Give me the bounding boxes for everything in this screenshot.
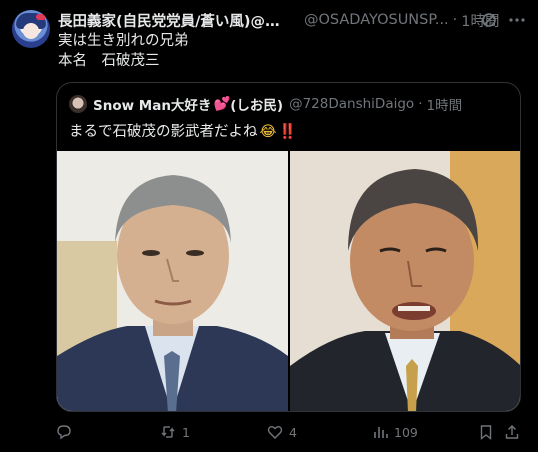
reply-button[interactable] xyxy=(56,422,78,442)
portrait-right-image xyxy=(290,151,520,411)
exclaim-emoji: ‼️ xyxy=(278,124,297,140)
views-chart-icon xyxy=(374,427,388,438)
quote-author-name[interactable]: Snow Man大好き xyxy=(93,94,211,114)
tweet-header: 長田義家(自民党党員/蒼い風)@寛容... @OSADAYOSUNSP... ·… xyxy=(58,10,528,30)
photo-right[interactable] xyxy=(290,151,520,411)
heart-icon xyxy=(267,426,283,439)
quote-text: まるで石破茂の影武者だよね 😂 ‼️ xyxy=(69,120,297,141)
retweet-count: 1 xyxy=(182,424,190,440)
tweet-text-line-1: 実は生き別れの兄弟 xyxy=(58,33,189,49)
retweet-button[interactable]: 1 xyxy=(160,422,190,442)
retweet-icon xyxy=(161,426,175,438)
tweet-text: 実は生き別れの兄弟 本名 石破茂三 xyxy=(58,31,518,71)
separator: · xyxy=(452,12,458,28)
author-handle[interactable]: @OSADAYOSUNSP... xyxy=(304,12,449,28)
quote-timestamp[interactable]: 1時間 xyxy=(426,94,462,114)
quote-header: Snow Man大好き 💕 (しお民) @728DanshiDaigo · 1時… xyxy=(93,94,462,114)
quote-author-name-suffix[interactable]: (しお民) xyxy=(230,94,283,114)
portrait-left-image xyxy=(57,151,288,411)
photo-left[interactable] xyxy=(57,151,288,411)
tweet[interactable]: 長田義家(自民党党員/蒼い風)@寛容... @OSADAYOSUNSP... ·… xyxy=(0,0,538,452)
author-name[interactable]: 長田義家(自民党党員/蒼い風)@寛容... xyxy=(58,10,290,31)
more-dots-icon[interactable] xyxy=(508,12,526,28)
bookmark-icon xyxy=(480,425,492,440)
reply-icon xyxy=(57,425,71,440)
quote-separator: · xyxy=(418,96,423,112)
quote-text-body: まるで石破茂の影武者だよね xyxy=(69,124,258,140)
laugh-emoji: 😂 xyxy=(259,124,277,140)
quoted-tweet[interactable]: Snow Man大好き 💕 (しお民) @728DanshiDaigo · 1時… xyxy=(56,82,521,412)
bookmark-button[interactable] xyxy=(478,422,494,442)
heart-emoji: 💕 xyxy=(213,96,231,112)
share-button[interactable] xyxy=(504,422,520,442)
avatar[interactable] xyxy=(12,10,50,48)
share-icon xyxy=(505,425,519,439)
like-button[interactable]: 4 xyxy=(267,422,297,442)
grok-icon[interactable] xyxy=(481,12,497,28)
action-bar: 1 4 109 xyxy=(52,420,522,444)
like-count: 4 xyxy=(289,424,297,440)
views-button[interactable]: 109 xyxy=(372,422,418,442)
view-count: 109 xyxy=(394,424,418,440)
tweet-text-line-2: 本名 石破茂三 xyxy=(58,53,160,69)
quote-avatar[interactable] xyxy=(69,95,87,113)
quote-author-handle[interactable]: @728DanshiDaigo xyxy=(289,96,414,112)
